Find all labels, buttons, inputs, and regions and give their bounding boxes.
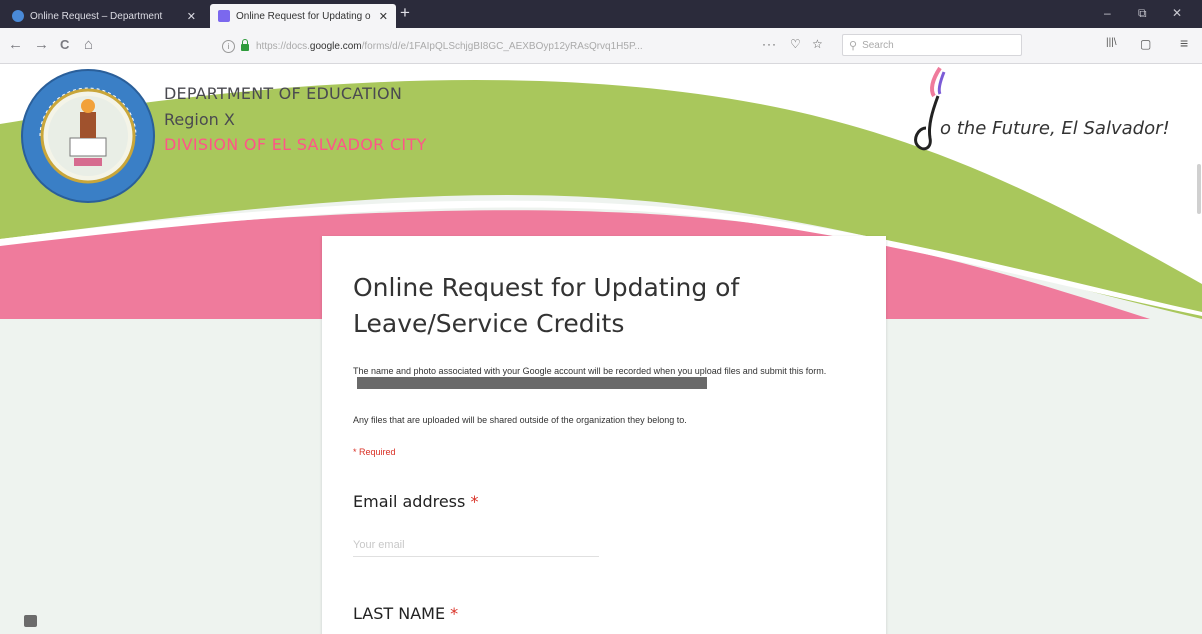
- report-issue-icon[interactable]: [24, 615, 37, 627]
- home-button[interactable]: ⌂: [84, 36, 93, 54]
- search-placeholder: Search: [862, 39, 894, 51]
- bookmark-star-icon[interactable]: ☆: [812, 37, 823, 51]
- page-scrollbar[interactable]: [1196, 64, 1202, 634]
- tab-close-icon[interactable]: ✕: [187, 10, 196, 23]
- tab-online-request-updating[interactable]: Online Request for Updating o ✕: [210, 4, 396, 28]
- page-content: DEPARTMENT OF EDUCATION Region X DIVISIO…: [0, 64, 1202, 634]
- url-path: /forms/d/e/1FAIpQLSchjgBI8GC_AEXBOyp12yR…: [361, 40, 643, 52]
- redacted-email-block: [357, 377, 707, 389]
- search-input[interactable]: ⚲ Search: [842, 34, 1022, 56]
- scrollbar-thumb[interactable]: [1197, 164, 1201, 214]
- last-name-label-text: LAST NAME: [353, 604, 446, 623]
- division-seal-logo: [21, 69, 155, 203]
- lock-icon: [241, 39, 249, 51]
- search-icon: ⚲: [849, 39, 858, 52]
- form-description-text: The name and photo associated with your …: [353, 366, 827, 376]
- form-description: The name and photo associated with your …: [353, 366, 853, 389]
- reload-button[interactable]: C: [60, 36, 69, 54]
- tab-close-icon[interactable]: ✕: [379, 10, 388, 23]
- form-title: Online Request for Updating of Leave/Ser…: [353, 273, 740, 338]
- sidebar-icon[interactable]: ▢: [1140, 37, 1151, 51]
- library-icon[interactable]: |||\: [1106, 37, 1117, 48]
- region-label: Region X: [164, 110, 235, 129]
- globe-favicon-icon: [12, 10, 24, 22]
- required-star: *: [470, 492, 479, 511]
- form-card: Online Request for Updating of Leave/Ser…: [322, 236, 886, 634]
- required-star: *: [450, 604, 459, 623]
- back-button[interactable]: ←: [8, 36, 23, 54]
- close-window-button[interactable]: ✕: [1172, 6, 1182, 20]
- email-field[interactable]: [353, 534, 599, 557]
- new-tab-button[interactable]: +: [400, 3, 410, 23]
- file-sharing-note: Any files that are uploaded will be shar…: [353, 415, 687, 425]
- pocket-icon[interactable]: ♡: [790, 37, 801, 51]
- browser-tab-strip: Online Request – Department ✕ Online Req…: [0, 0, 1202, 28]
- tab-label: Online Request for Updating o: [236, 10, 371, 22]
- restore-button[interactable]: ⧉: [1138, 6, 1147, 21]
- page-actions-icon[interactable]: ···: [762, 37, 777, 51]
- email-label-text: Email address: [353, 492, 466, 511]
- department-title: DEPARTMENT OF EDUCATION: [164, 84, 403, 103]
- required-note: * Required: [353, 447, 396, 457]
- menu-icon[interactable]: ≡: [1180, 35, 1188, 51]
- minimize-button[interactable]: –: [1104, 6, 1111, 20]
- url-host: google.com: [309, 40, 362, 52]
- browser-nav-bar: ← → C ⌂ i https://docs. google.com /form…: [0, 28, 1202, 64]
- email-question-label: Email address *: [353, 492, 478, 511]
- site-info-icon[interactable]: i: [222, 39, 235, 53]
- division-label: DIVISION OF EL SALVADOR CITY: [164, 135, 427, 154]
- forms-favicon-icon: [218, 10, 230, 22]
- future-ribbon-logo: [914, 66, 946, 151]
- tagline: o the Future, El Salvador!: [940, 118, 1170, 139]
- url-host-prefix: https://docs.: [256, 40, 310, 52]
- url-bar[interactable]: i https://docs. google.com /forms/d/e/1F…: [222, 34, 830, 58]
- tab-label: Online Request – Department: [30, 10, 163, 22]
- forward-button[interactable]: →: [34, 36, 49, 54]
- tab-online-request-department[interactable]: Online Request – Department ✕: [4, 4, 204, 28]
- last-name-question-label: LAST NAME *: [353, 604, 458, 623]
